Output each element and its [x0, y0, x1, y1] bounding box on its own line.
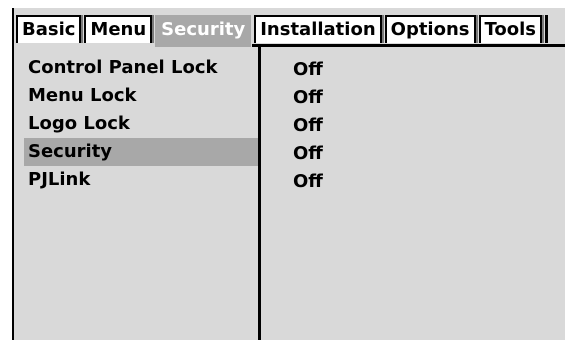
value-pjlink: Off — [293, 171, 323, 192]
value-logo-lock: Off — [293, 115, 323, 136]
tab-bar-divider — [252, 44, 565, 47]
value-list: Off Off Off Off Off — [261, 56, 565, 340]
tab-bar: Basic Menu Security Installation Options… — [16, 15, 549, 47]
tab-bar-end — [545, 15, 549, 43]
menu-item-pjlink[interactable]: PJLink — [24, 166, 258, 194]
tab-basic[interactable]: Basic — [16, 15, 82, 43]
value-menu-lock: Off — [293, 87, 323, 108]
menu-item-control-panel-lock[interactable]: Control Panel Lock — [24, 54, 258, 82]
value-control-panel-lock: Off — [293, 59, 323, 80]
menu-item-logo-lock[interactable]: Logo Lock — [24, 110, 258, 138]
tab-security[interactable]: Security — [155, 15, 252, 47]
tab-tools[interactable]: Tools — [478, 15, 543, 43]
value-security: Off — [293, 143, 323, 164]
menu-item-security[interactable]: Security — [24, 138, 258, 166]
tab-installation[interactable]: Installation — [254, 15, 382, 43]
menu-list: Control Panel Lock Menu Lock Logo Lock S… — [24, 54, 258, 340]
tab-menu[interactable]: Menu — [84, 15, 153, 43]
tab-options[interactable]: Options — [384, 15, 476, 43]
menu-item-menu-lock[interactable]: Menu Lock — [24, 82, 258, 110]
